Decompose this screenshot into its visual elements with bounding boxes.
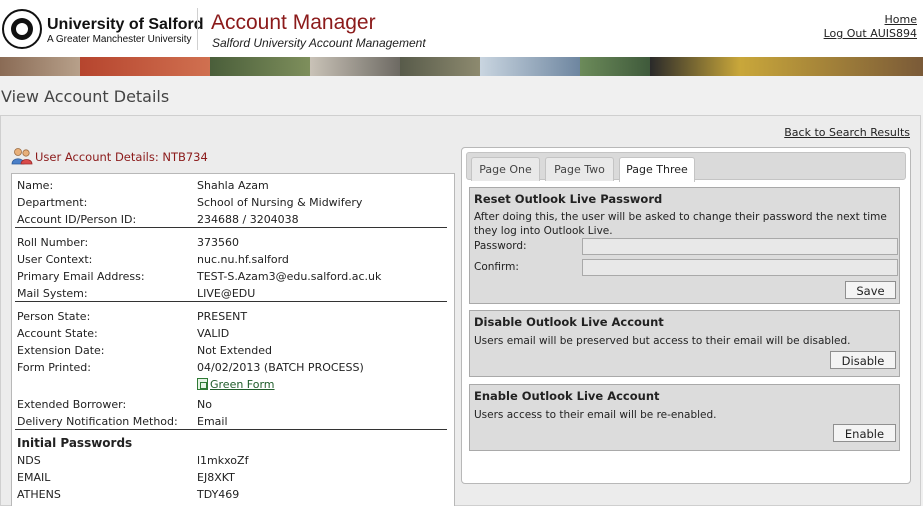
tab-page-two[interactable]: Page Two (545, 157, 614, 181)
detail-value: nuc.nu.hf.salford (197, 253, 289, 266)
enable-account-title: Enable Outlook Live Account (474, 389, 660, 403)
detail-label: Account ID/Person ID: (17, 213, 137, 226)
details-box: Name: Shahla Azam Department: School of … (11, 173, 455, 506)
enable-account-description: Users access to their email will be re-e… (474, 409, 717, 421)
detail-value: PRESENT (197, 310, 248, 323)
detail-value: TEST-S.Azam3@edu.salford.ac.uk (197, 270, 382, 283)
password-row-email: EMAIL EJ8XKT (17, 471, 447, 488)
logout-link[interactable]: Log Out AUIS894 (824, 27, 917, 40)
password-label: NDS (17, 454, 41, 467)
detail-label: Extension Date: (17, 344, 105, 357)
detail-value: Email (197, 415, 228, 428)
detail-value: 373560 (197, 236, 239, 249)
detail-label: Name: (17, 179, 54, 192)
detail-value: 04/02/2013 (BATCH PROCESS) (197, 361, 364, 374)
detail-row-person-state: Person State: PRESENT (17, 310, 447, 327)
password-field-label: Password: (474, 240, 527, 252)
university-subtitle: A Greater Manchester University (47, 34, 192, 45)
tab-page-three[interactable]: Page Three (619, 157, 695, 182)
reset-password-title: Reset Outlook Live Password (474, 192, 663, 206)
password-value: l1mkxoZf (197, 454, 249, 467)
content-panel: Back to Search Results User Account Deta… (0, 115, 921, 506)
password-field[interactable] (582, 238, 898, 255)
tabs-panel: Page One Page Two Page Three Reset Outlo… (461, 147, 911, 484)
enable-button[interactable]: Enable (833, 424, 896, 442)
detail-value: LIVE@EDU (197, 287, 256, 300)
password-value: TDY469 (197, 488, 240, 501)
detail-label: Roll Number: (17, 236, 89, 249)
detail-label: Mail System: (17, 287, 88, 300)
photo-banner (0, 57, 923, 76)
header-divider (197, 8, 198, 50)
detail-row-account-state: Account State: VALID (17, 327, 447, 344)
university-name: University of Salford (47, 16, 204, 33)
confirm-field[interactable] (582, 259, 898, 276)
section-divider (15, 227, 447, 228)
enable-account-section: Enable Outlook Live Account Users access… (469, 384, 900, 451)
disable-account-description: Users email will be preserved but access… (474, 335, 851, 347)
detail-label: Delivery Notification Method: (17, 415, 178, 428)
university-seal-icon (2, 9, 42, 49)
back-to-search-link[interactable]: Back to Search Results (784, 126, 910, 139)
detail-row-primary-email: Primary Email Address: TEST-S.Azam3@edu.… (17, 270, 447, 287)
detail-row-form-printed: Form Printed: 04/02/2013 (BATCH PROCESS) (17, 361, 447, 378)
detail-value: VALID (197, 327, 230, 340)
detail-row-extension-date: Extension Date: Not Extended (17, 344, 447, 361)
reset-password-description: After doing this, the user will be asked… (474, 211, 887, 237)
detail-label: Account State: (17, 327, 98, 340)
users-icon (11, 148, 33, 165)
detail-label: Extended Borrower: (17, 398, 127, 411)
detail-value: School of Nursing & Midwifery (197, 196, 363, 209)
header: University of Salford A Greater Manchest… (0, 0, 923, 57)
detail-label: Department: (17, 196, 88, 209)
disable-button[interactable]: Disable (830, 351, 896, 369)
detail-value: Shahla Azam (197, 179, 269, 192)
password-label: ATHENS (17, 488, 61, 501)
password-row-athens: ATHENS TDY469 (17, 488, 447, 505)
home-link[interactable]: Home (885, 13, 917, 26)
detail-row-user-context: User Context: nuc.nu.hf.salford (17, 253, 447, 270)
section-divider (15, 429, 447, 430)
document-icon (197, 378, 208, 390)
password-value: EJ8XKT (197, 471, 235, 484)
tab-bar: Page One Page Two Page Three (466, 152, 906, 182)
tab-page-one[interactable]: Page One (471, 157, 540, 181)
app-subtitle: Salford University Account Management (212, 36, 426, 50)
green-form-label: Green Form (210, 378, 275, 391)
detail-label: Primary Email Address: (17, 270, 145, 283)
detail-label: Form Printed: (17, 361, 91, 374)
disable-account-section: Disable Outlook Live Account Users email… (469, 310, 900, 377)
detail-row-department: Department: School of Nursing & Midwifer… (17, 196, 447, 213)
initial-passwords-title: Initial Passwords (17, 436, 133, 450)
page-title: View Account Details (1, 87, 170, 106)
detail-label: User Context: (17, 253, 93, 266)
detail-value: 234688 / 3204038 (197, 213, 299, 226)
confirm-field-label: Confirm: (474, 261, 519, 273)
detail-row-name: Name: Shahla Azam (17, 179, 447, 196)
detail-row-extended-borrower: Extended Borrower: No (17, 398, 447, 415)
disable-account-title: Disable Outlook Live Account (474, 315, 664, 329)
detail-value: No (197, 398, 212, 411)
green-form-link[interactable]: Green Form (197, 378, 275, 391)
password-label: EMAIL (17, 471, 51, 484)
detail-label: Person State: (17, 310, 91, 323)
save-button[interactable]: Save (845, 281, 896, 299)
reset-password-section: Reset Outlook Live Password After doing … (469, 187, 900, 304)
detail-row-roll-number: Roll Number: 373560 (17, 236, 447, 253)
user-account-heading-label: User Account Details: NTB734 (35, 150, 208, 164)
detail-value: Not Extended (197, 344, 273, 357)
app-title: Account Manager (211, 11, 376, 34)
section-divider (15, 301, 447, 302)
password-row-nds: NDS l1mkxoZf (17, 454, 447, 471)
